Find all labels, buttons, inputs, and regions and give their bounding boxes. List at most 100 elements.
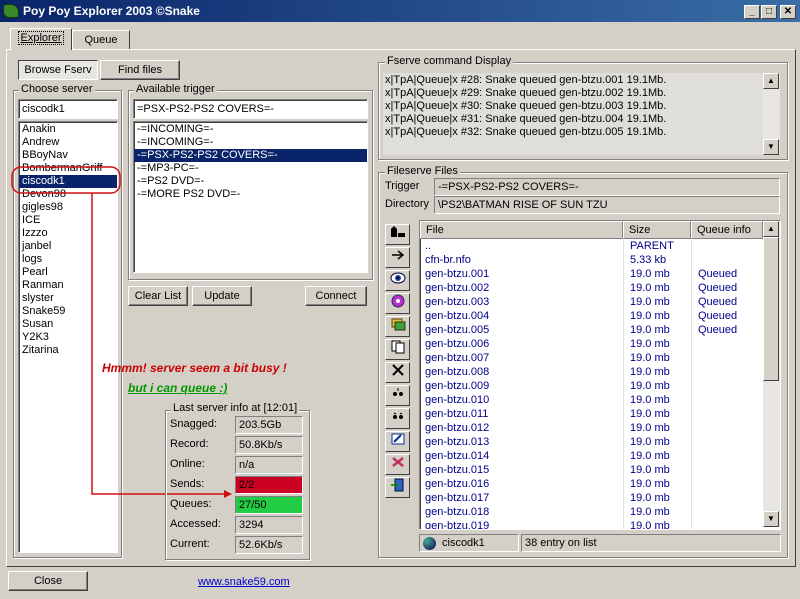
info-label: Current: [170,538,210,550]
file-row[interactable]: gen-btzu.005 19.0 mb Queued [420,323,763,337]
log-scroll-down[interactable]: ▼ [763,139,779,155]
file-cell-queue: Queued [691,281,761,295]
file-cell-size: 19.0 mb [623,281,691,295]
stars-small-icon[interactable] [385,408,410,429]
server-status-icon [423,536,436,550]
column-queue-info[interactable]: Queue info [691,221,763,239]
fserve-log: x|TpA|Queue|x #28: Snake queued gen-btzu… [383,73,763,155]
file-row[interactable]: gen-btzu.003 19.0 mb Queued [420,295,763,309]
view-eye-icon[interactable] [385,270,410,291]
file-row[interactable]: gen-btzu.002 19.0 mb Queued [420,281,763,295]
file-cell-size: 19.0 mb [623,505,691,519]
fileserve-trigger-field: -=PSX-PS2-PS2 COVERS=- [434,178,780,196]
file-cell-size: 19.0 mb [623,379,691,393]
queue-files-icon[interactable] [385,316,410,337]
file-cell-queue [691,379,761,393]
edit-icon[interactable] [385,431,410,452]
parent-folder-icon[interactable] [385,224,410,245]
file-cell-file: gen-btzu.006 [425,338,490,350]
log-scroll-up[interactable]: ▲ [763,73,779,89]
log-line: x|TpA|Queue|x #30: Snake queued gen-btzu… [385,100,667,112]
file-row[interactable]: gen-btzu.017 19.0 mb [420,491,763,505]
delete-icon[interactable] [385,362,410,383]
file-row[interactable]: gen-btzu.015 19.0 mb [420,463,763,477]
file-row[interactable]: gen-btzu.018 19.0 mb [420,505,763,519]
info-label: Queues: [170,498,212,510]
log-line: x|TpA|Queue|x #28: Snake queued gen-btzu… [385,74,667,86]
file-cell-file: gen-btzu.017 [425,492,490,504]
file-cell-file: gen-btzu.010 [425,394,490,406]
file-cell-file: gen-btzu.001 [425,268,490,280]
file-cell-queue: Queued [691,295,761,309]
file-cell-size: 19.0 mb [623,421,691,435]
file-row[interactable]: gen-btzu.019 19.0 mb [420,519,763,529]
stars-icon[interactable] [385,385,410,406]
file-list-scrollbar[interactable]: ▲ ▼ [763,221,780,527]
column-size[interactable]: Size [623,221,691,239]
file-cell-size: 19.0 mb [623,435,691,449]
file-row[interactable]: .. PARENT [420,239,763,253]
info-label: Accessed: [170,518,221,530]
file-row[interactable]: gen-btzu.006 19.0 mb [420,337,763,351]
file-row[interactable]: gen-btzu.013 19.0 mb [420,435,763,449]
file-cell-file: gen-btzu.015 [425,464,490,476]
file-cell-queue [691,365,761,379]
file-cell-size: 19.0 mb [623,365,691,379]
file-cell-size: 19.0 mb [623,267,691,281]
file-row[interactable]: gen-btzu.007 19.0 mb [420,351,763,365]
file-row[interactable]: gen-btzu.009 19.0 mb [420,379,763,393]
tools-icon[interactable] [385,454,410,475]
server-info-label: Last server info at [12:01] [171,402,300,414]
file-row[interactable]: gen-btzu.008 19.0 mb [420,365,763,379]
file-cell-queue [691,505,761,519]
go-arrow-icon[interactable] [385,247,410,268]
info-value: 3294 [235,516,303,534]
file-cell-queue [691,519,761,529]
exit-icon[interactable] [385,477,410,498]
file-list[interactable]: File Size Queue info .. PARENT cfn-br.nfo 5… [419,220,781,530]
file-scroll-down[interactable]: ▼ [763,511,779,527]
file-cell-size: 19.0 mb [623,351,691,365]
file-row[interactable]: cfn-br.nfo 5.33 kb [420,253,763,267]
file-cell-size: 19.0 mb [623,463,691,477]
status-server-panel: ciscodk1 [419,534,519,552]
file-cell-size: 19.0 mb [623,323,691,337]
file-cell-size: 19.0 mb [623,519,691,529]
file-row[interactable]: gen-btzu.004 19.0 mb Queued [420,309,763,323]
file-cell-file: gen-btzu.018 [425,506,490,518]
log-line: x|TpA|Queue|x #31: Snake queued gen-btzu… [385,113,667,125]
file-cell-file: gen-btzu.009 [425,380,490,392]
file-row[interactable]: gen-btzu.001 19.0 mb Queued [420,267,763,281]
file-row[interactable]: gen-btzu.014 19.0 mb [420,449,763,463]
file-cell-size: 19.0 mb [623,337,691,351]
file-cell-file: cfn-br.nfo [425,254,471,266]
play-disc-icon[interactable] [385,293,410,314]
trigger-field-label: Trigger [385,180,420,192]
file-cell-queue [691,435,761,449]
copy-icon[interactable] [385,339,410,360]
file-cell-queue: Queued [691,323,761,337]
file-row[interactable]: gen-btzu.012 19.0 mb [420,421,763,435]
file-cell-file: gen-btzu.011 [425,408,489,420]
close-button[interactable]: Close [8,571,88,591]
file-scroll-thumb[interactable] [763,237,779,381]
website-link[interactable]: www.snake59.com [198,576,290,588]
info-value: 27/50 [235,496,303,514]
file-cell-file: .. [425,240,432,252]
file-cell-size: 19.0 mb [623,491,691,505]
info-label: Record: [170,438,209,450]
file-cell-file: gen-btzu.013 [425,436,490,448]
column-file[interactable]: File [420,221,623,239]
file-cell-queue [691,253,761,267]
file-row[interactable]: gen-btzu.011 19.0 mb [420,407,763,421]
info-label: Snagged: [170,418,218,430]
file-cell-queue: Queued [691,309,761,323]
file-cell-queue [691,421,761,435]
file-cell-file: gen-btzu.012 [425,422,490,434]
file-cell-queue [691,491,761,505]
file-row[interactable]: gen-btzu.016 19.0 mb [420,477,763,491]
log-scrollbar[interactable]: ▲ ▼ [763,73,780,155]
tab-explorer[interactable]: Explorer [10,28,72,50]
file-row[interactable]: gen-btzu.010 19.0 mb [420,393,763,407]
file-scroll-up[interactable]: ▲ [763,221,779,237]
